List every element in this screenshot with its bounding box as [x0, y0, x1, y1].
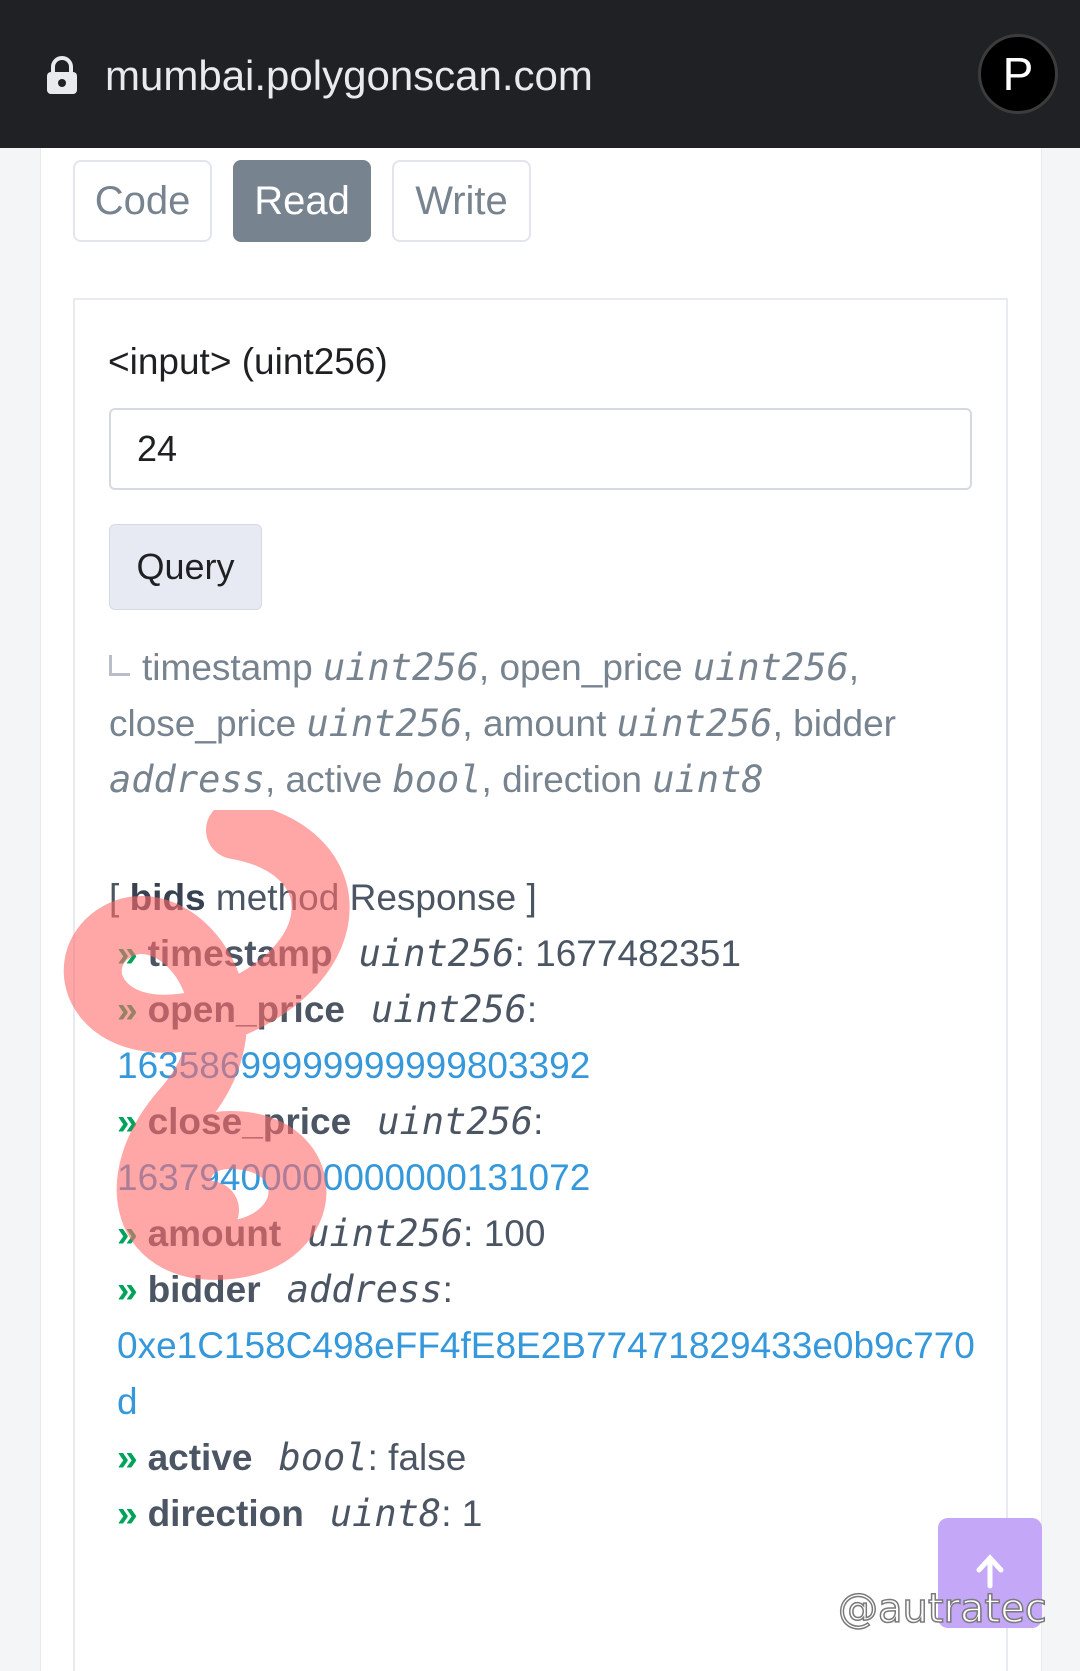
sig-type: uint256: [692, 646, 849, 689]
sig-type: uint256: [616, 702, 773, 745]
field-type: uint256: [377, 1100, 534, 1143]
field-value: 1677482351: [535, 933, 741, 974]
double-chevron-icon: »: [117, 1213, 138, 1254]
field-name: bidder: [147, 1269, 261, 1310]
field-name: timestamp: [147, 933, 333, 974]
response-row-active: » active bool: false: [117, 1436, 467, 1479]
browser-toolbar: mumbai.polygonscan.com P: [0, 0, 1080, 148]
response-row-timestamp: » timestamp uint256: 1677482351: [117, 932, 741, 975]
response-header: [ bids method Response ]: [109, 870, 989, 926]
field-name: active: [147, 1437, 253, 1478]
sig-type: uint256: [322, 646, 479, 689]
field-type: uint256: [307, 1212, 464, 1255]
sig-name: close_price: [109, 703, 297, 744]
sig-type: bool: [392, 758, 482, 801]
profile-avatar[interactable]: P: [978, 34, 1058, 114]
watermark: @autratec: [837, 1585, 1047, 1633]
double-chevron-icon: »: [117, 1493, 138, 1534]
tab-code[interactable]: Code: [73, 160, 212, 242]
field-name: amount: [147, 1213, 282, 1254]
field-value: 100: [483, 1213, 546, 1254]
tab-read[interactable]: Read: [233, 160, 371, 242]
response-header-open: [: [109, 877, 130, 918]
field-type: bool: [278, 1436, 368, 1479]
lock-icon: [47, 56, 77, 94]
response-row-bidder: » bidder address:: [117, 1268, 453, 1311]
field-type: address: [286, 1268, 443, 1311]
uint256-input[interactable]: 24: [109, 408, 972, 490]
response-row-open-price: » open_price uint256:: [117, 988, 538, 1031]
input-label: <input> (uint256): [108, 341, 388, 382]
method-name: bids: [129, 877, 206, 918]
response-header-rest: method Response ]: [205, 877, 537, 918]
sig-type: uint8: [652, 758, 764, 801]
response-row-close-price: » close_price uint256:: [117, 1100, 544, 1143]
arrow-up-icon: [976, 1554, 1004, 1589]
response-row-amount: » amount uint256: 100: [117, 1212, 546, 1255]
field-value-link[interactable]: 16358699999999999803392: [109, 1038, 989, 1094]
double-chevron-icon: »: [117, 989, 138, 1030]
double-chevron-icon: »: [117, 1101, 138, 1142]
address-bar-url[interactable]: mumbai.polygonscan.com: [105, 48, 593, 104]
field-type: uint256: [358, 932, 515, 975]
response-row-direction: » direction uint8: 1: [117, 1492, 483, 1535]
field-type: uint256: [370, 988, 527, 1031]
field-value-link[interactable]: 16379400000000000131072: [109, 1150, 989, 1206]
field-value: false: [388, 1437, 467, 1478]
sig-name: active: [285, 759, 383, 800]
query-button[interactable]: Query: [109, 524, 262, 610]
field-name: open_price: [147, 989, 345, 1030]
double-chevron-icon: »: [117, 1269, 138, 1310]
field-name: direction: [147, 1493, 304, 1534]
sig-type: uint256: [306, 702, 463, 745]
double-chevron-icon: »: [117, 1437, 138, 1478]
query-response: [ bids method Response ] » timestamp uint2…: [109, 870, 989, 1542]
sig-name: direction: [502, 759, 642, 800]
return-signature: timestamp uint256, open_price uint256, c…: [109, 646, 896, 801]
sig-type: address: [109, 758, 265, 801]
field-type: uint8: [329, 1492, 442, 1535]
sig-name: open_price: [499, 647, 683, 688]
field-name: close_price: [147, 1101, 352, 1142]
bidder-address-link[interactable]: 0xe1C158C498eFF4fE8E2B77471829433e0b9c77…: [109, 1318, 989, 1430]
sig-name: amount: [482, 703, 607, 744]
field-value: 1: [461, 1493, 483, 1534]
tab-write[interactable]: Write: [392, 160, 531, 242]
double-chevron-icon: »: [117, 933, 138, 974]
sig-name: bidder: [793, 703, 896, 744]
tree-branch-icon: [109, 655, 130, 676]
sig-name: timestamp: [142, 647, 313, 688]
